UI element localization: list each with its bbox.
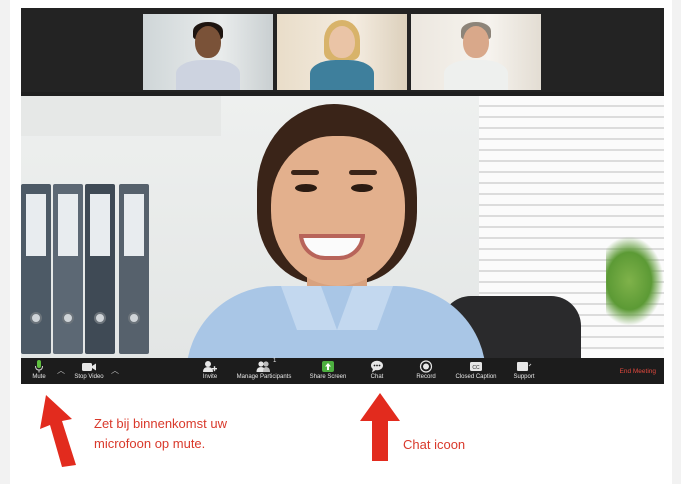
mute-label: Mute (32, 374, 46, 380)
stop-video-button[interactable]: Stop Video (71, 360, 107, 384)
speaker-eyebrow (349, 170, 377, 175)
invite-label: Invite (202, 374, 218, 380)
speaker-face (271, 136, 405, 286)
chat-pointer-arrow-icon (360, 393, 400, 461)
closed-caption-label: Closed Caption (455, 374, 497, 380)
participant-thumbnail-strip (21, 8, 664, 92)
speaker-eye (295, 184, 317, 192)
meeting-toolbar: Mute ︿ Stop Video ︿ Invite 1 Manage Part… (21, 358, 664, 384)
zoom-meeting-window: Mute ︿ Stop Video ︿ Invite 1 Manage Part… (21, 8, 664, 384)
chat-instruction-note: Chat icoon (403, 437, 466, 452)
stop-video-label: Stop Video (74, 374, 104, 380)
mute-options-chevron-icon[interactable]: ︿ (57, 365, 65, 376)
svg-text:CC: CC (472, 365, 480, 371)
record-icon (419, 360, 433, 373)
video-options-chevron-icon[interactable]: ︿ (111, 365, 119, 376)
support-icon (517, 362, 532, 371)
chat-label: Chat (370, 374, 384, 380)
record-button[interactable]: Record (414, 360, 438, 384)
manage-participants-label: Manage Participants (236, 374, 292, 380)
end-meeting-button[interactable]: End Meeting (620, 368, 657, 375)
plant (606, 236, 664, 326)
mute-button[interactable]: Mute (29, 360, 49, 384)
manage-participants-button[interactable]: 1 Manage Participants (233, 358, 295, 384)
speaker-eye (351, 184, 373, 192)
binder (85, 184, 115, 354)
mute-pointer-arrow-icon (40, 395, 76, 467)
binder (119, 184, 149, 354)
mute-note-line-2: microfoon op mute. (94, 436, 206, 451)
share-screen-button[interactable]: Share Screen (307, 360, 349, 384)
share-screen-label: Share Screen (309, 374, 347, 380)
closed-caption-button[interactable]: CC Closed Caption (451, 360, 501, 384)
participant-thumbnail-woman[interactable] (277, 14, 407, 90)
video-camera-icon (82, 363, 96, 371)
binder (21, 184, 51, 354)
binder (53, 184, 83, 354)
speaker-eyebrow (291, 170, 319, 175)
chat-button[interactable]: Chat (367, 360, 387, 384)
chat-bubble-icon (371, 360, 383, 373)
office-shelf (21, 96, 221, 136)
record-label: Record (416, 374, 436, 380)
share-screen-icon (322, 361, 334, 372)
mute-instruction-note: Zet bij binnenkomst uw microfoon op mute… (94, 414, 284, 454)
support-button[interactable]: Support (511, 360, 537, 384)
participant-thumbnail-man-1[interactable] (143, 14, 273, 90)
participant-count-badge: 1 (273, 358, 277, 364)
closed-caption-icon: CC (470, 362, 482, 371)
invite-icon (203, 361, 217, 372)
participants-icon (256, 361, 270, 372)
active-speaker-video (21, 96, 664, 358)
invite-button[interactable]: Invite (199, 360, 221, 384)
support-label: Support (513, 374, 535, 380)
mute-note-line-1: Zet bij binnenkomst uw (94, 416, 227, 431)
microphone-icon (35, 360, 43, 373)
participant-thumbnail-man-2[interactable] (411, 14, 541, 90)
